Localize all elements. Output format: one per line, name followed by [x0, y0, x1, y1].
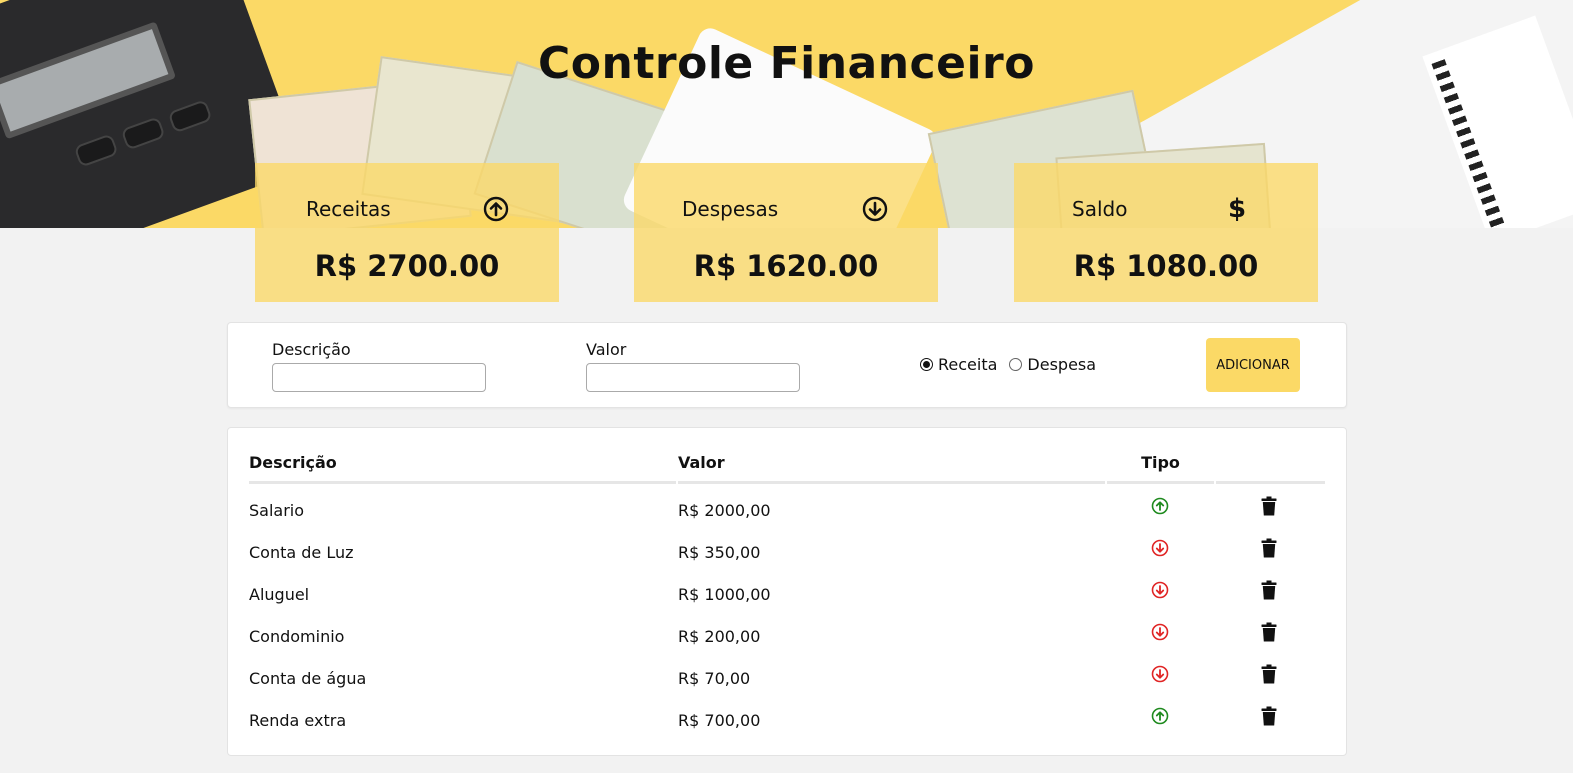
income-card: Receitas R$ 2700.00	[255, 163, 559, 302]
expense-amount: R$ 1620.00	[693, 249, 879, 283]
row-value: R$ 1000,00	[678, 585, 771, 604]
table-row: Renda extra R$ 700,00	[249, 706, 1325, 753]
page-title: Controle Financeiro	[538, 38, 1035, 89]
row-description: Condominio	[249, 627, 345, 646]
radio-despesa[interactable]: Despesa	[1009, 355, 1096, 374]
column-header-value: Valor	[678, 450, 1105, 484]
transaction-form: Descrição Valor Receita Despesa ADICIONA…	[227, 322, 1347, 408]
value-label: Valor	[586, 340, 627, 359]
row-value: R$ 350,00	[678, 543, 761, 562]
column-header-description: Descrição	[249, 450, 676, 484]
income-label: Receitas	[306, 197, 391, 221]
table-row: Conta de água R$ 70,00	[249, 664, 1325, 711]
expense-arrow-icon	[1151, 581, 1169, 599]
row-value: R$ 700,00	[678, 711, 761, 730]
add-button[interactable]: ADICIONAR	[1206, 338, 1300, 392]
table-row: Condominio R$ 200,00	[249, 622, 1325, 669]
expense-label: Despesas	[682, 197, 779, 221]
income-arrow-icon	[1151, 707, 1169, 725]
radio-despesa-unchecked[interactable]	[1009, 358, 1023, 371]
radio-receita[interactable]: Receita	[920, 355, 997, 374]
table-header: Descrição Valor Tipo	[249, 450, 1325, 484]
trash-icon[interactable]	[1261, 664, 1277, 684]
radio-receita-label: Receita	[938, 355, 998, 374]
balance-label: Saldo	[1072, 197, 1128, 221]
expense-arrow-icon	[1151, 623, 1169, 641]
trash-icon[interactable]	[1261, 706, 1277, 726]
arrow-up-circle-icon	[483, 196, 509, 222]
balance-card: Saldo $ R$ 1080.00	[1014, 163, 1318, 302]
row-value: R$ 70,00	[678, 669, 751, 688]
row-description: Conta de Luz	[249, 543, 354, 562]
table-row: Aluguel R$ 1000,00	[249, 580, 1325, 627]
income-arrow-icon	[1151, 497, 1169, 515]
value-input[interactable]	[586, 363, 800, 392]
row-value: R$ 2000,00	[678, 501, 771, 520]
dollar-icon: $	[1227, 194, 1247, 224]
description-label: Descrição	[272, 340, 351, 359]
transactions-table: Descrição Valor Tipo Salario R$ 2000,00 …	[227, 427, 1347, 756]
row-description: Aluguel	[249, 585, 310, 604]
trash-icon[interactable]	[1261, 496, 1277, 516]
expense-arrow-icon	[1151, 665, 1169, 683]
description-input[interactable]	[272, 363, 486, 392]
type-radio-group: Receita Despesa	[920, 355, 1108, 374]
table-row: Conta de Luz R$ 350,00	[249, 538, 1325, 585]
row-description: Renda extra	[249, 711, 347, 730]
table-row: Salario R$ 2000,00	[249, 496, 1325, 543]
balance-amount: R$ 1080.00	[1073, 249, 1259, 283]
row-description: Conta de água	[249, 669, 367, 688]
arrow-down-circle-icon	[862, 196, 888, 222]
expense-arrow-icon	[1151, 539, 1169, 557]
column-header-type: Tipo	[1107, 450, 1214, 484]
radio-despesa-label: Despesa	[1027, 355, 1097, 374]
row-value: R$ 200,00	[678, 627, 761, 646]
radio-receita-checked[interactable]	[920, 358, 933, 371]
expense-card: Despesas R$ 1620.00	[634, 163, 938, 302]
column-header-actions	[1216, 450, 1325, 484]
trash-icon[interactable]	[1261, 622, 1277, 642]
row-description: Salario	[249, 501, 305, 520]
trash-icon[interactable]	[1261, 538, 1277, 558]
trash-icon[interactable]	[1261, 580, 1277, 600]
income-amount: R$ 2700.00	[314, 249, 500, 283]
